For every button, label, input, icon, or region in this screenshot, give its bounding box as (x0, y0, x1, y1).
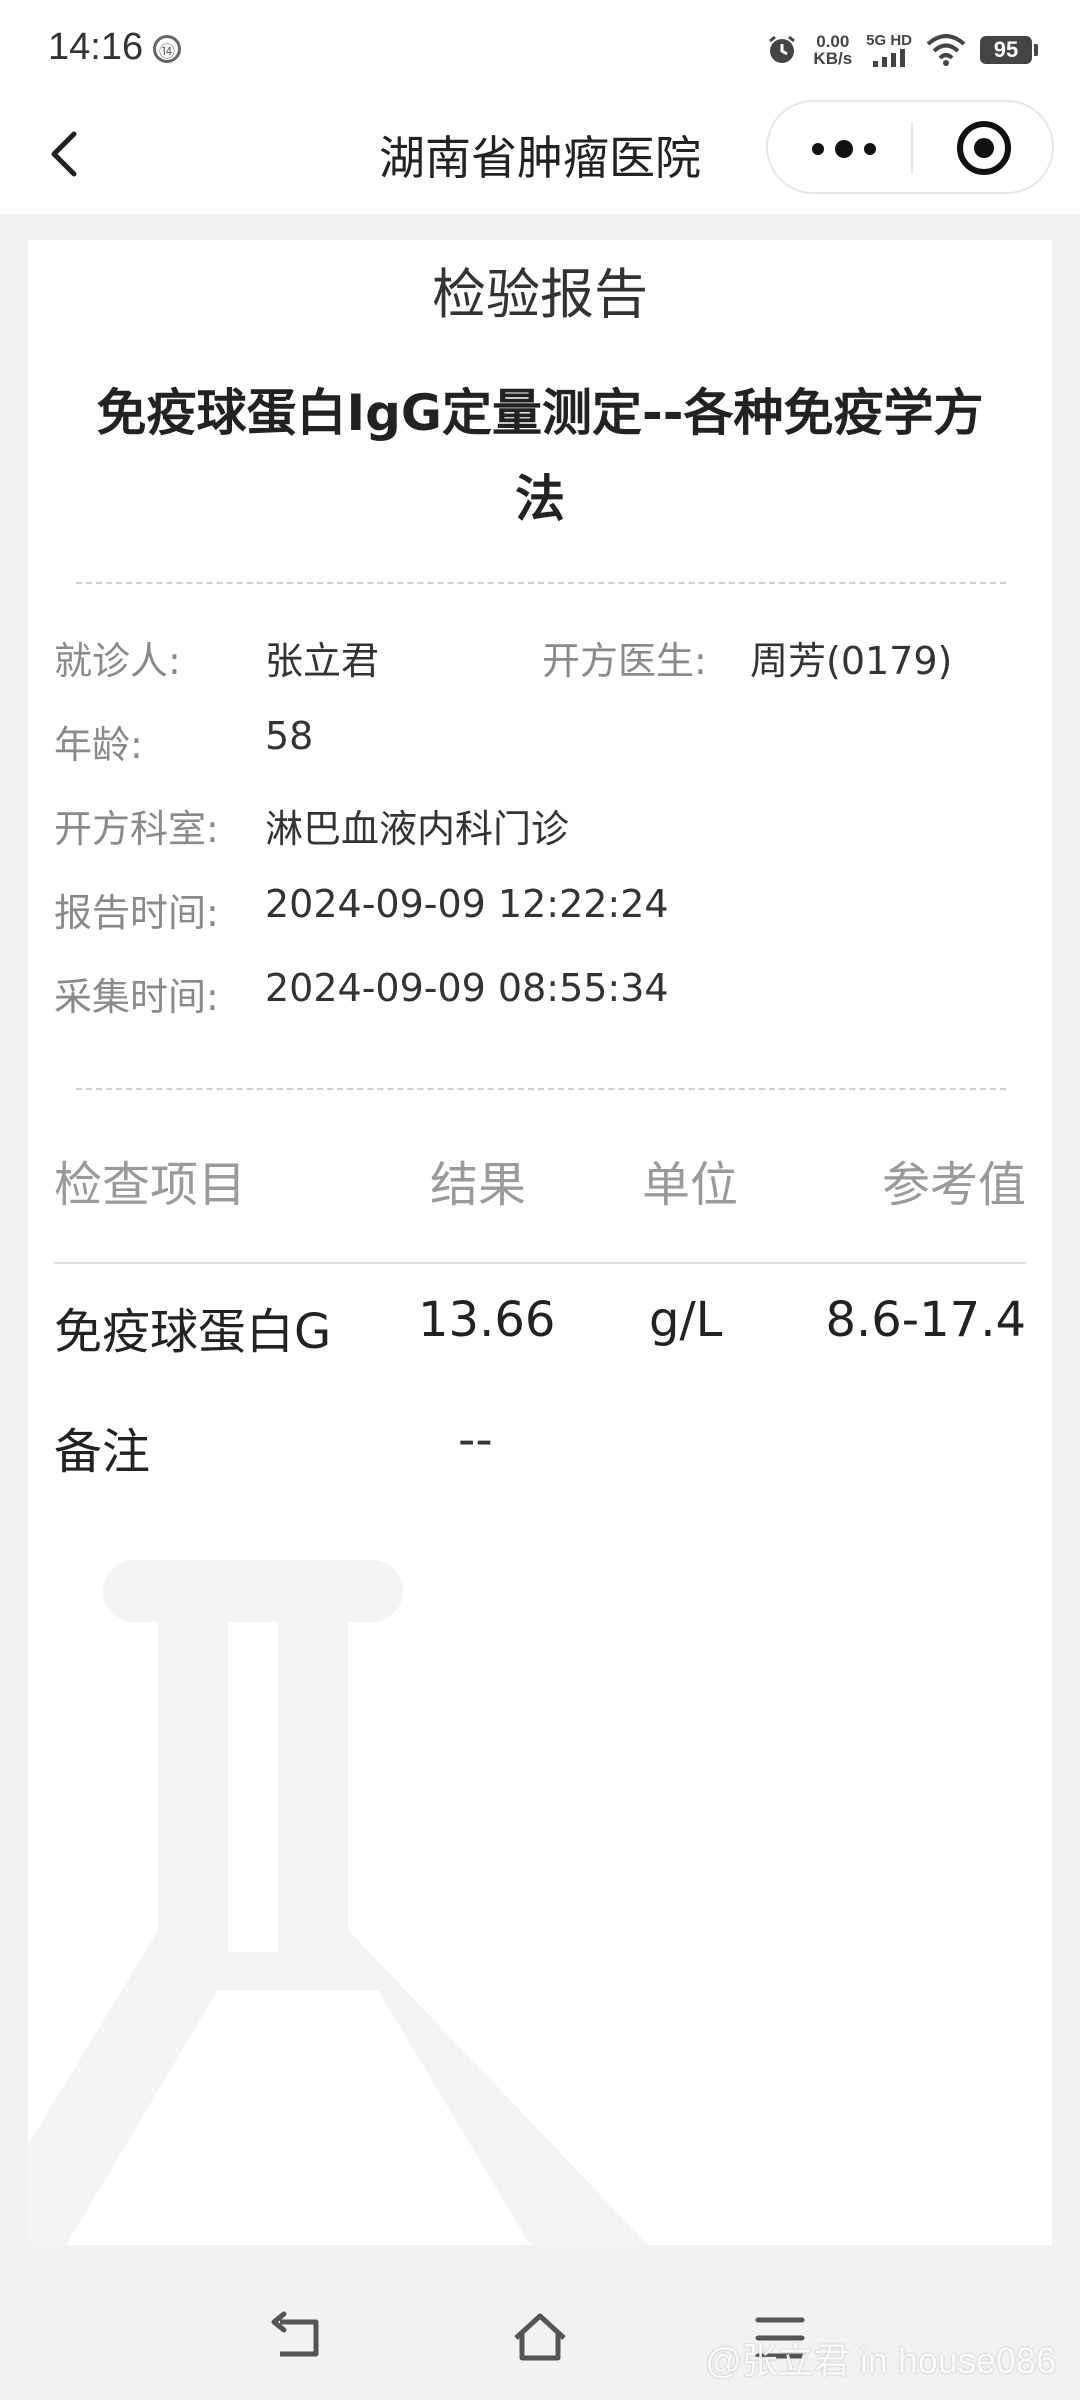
table-header-divider (54, 1262, 1026, 1264)
age-value: 58 (265, 714, 314, 758)
department-value: 淋巴血液内科门诊 (265, 807, 570, 851)
result-unit: g/L (649, 1292, 723, 1348)
system-navigation-bar: @张立君 in house086 (0, 2272, 1080, 2400)
age-label: 年龄: (54, 723, 143, 767)
signal-label: 5G HD (866, 31, 912, 49)
status-indicators: 0.00 KB/s 5G HD 95 (765, 28, 1038, 72)
wifi-icon (926, 34, 966, 66)
header-result: 结果 (430, 1157, 527, 1213)
network-speed: 0.00 KB/s (813, 33, 852, 67)
battery-indicator: 95 (980, 36, 1038, 64)
patient-name-label: 就诊人: (54, 639, 181, 683)
home-icon[interactable] (510, 2308, 570, 2368)
user-watermark: @张立君 in house086 (705, 2340, 1056, 2381)
divider (76, 582, 1006, 584)
department-label: 开方科室: (54, 807, 219, 851)
network-speed-unit: KB/s (813, 49, 853, 68)
back-arrow-icon[interactable] (270, 2308, 330, 2368)
more-dots-icon[interactable] (804, 124, 884, 174)
result-item: 免疫球蛋白G (54, 1304, 332, 1360)
status-bar: 14:16 ⑭ 0.00 KB/s 5G HD 95 (0, 0, 1080, 100)
mini-program-capsule (766, 100, 1054, 194)
navigation-bar: 湖南省肿瘤医院 (0, 100, 1080, 214)
notification-badge-icon: ⑭ (153, 35, 181, 63)
patient-name: 张立君 (265, 639, 380, 683)
result-value: 13.66 (418, 1292, 556, 1348)
signal-group: 5G HD (866, 33, 912, 68)
collect-time-value: 2024-09-09 08:55:34 (265, 966, 669, 1010)
capsule-divider (911, 122, 913, 174)
header-unit: 单位 (642, 1157, 739, 1213)
remark-label: 备注 (54, 1424, 151, 1480)
remark-value: -- (458, 1412, 493, 1468)
result-reference: 8.6-17.4 (825, 1292, 1026, 1348)
signal-icon (873, 48, 906, 67)
header-reference: 参考值 (881, 1157, 1026, 1213)
header-item: 检查项目 (54, 1157, 247, 1213)
doctor-label: 开方医生: (542, 639, 707, 683)
collect-time-label: 采集时间: (54, 975, 219, 1019)
report-card: 检验报告 免疫球蛋白IgG定量测定--各种免疫学方法 就诊人: 张立君 开方医生… (28, 240, 1052, 2245)
test-name: 免疫球蛋白IgG定量测定--各种免疫学方法 (96, 384, 984, 528)
status-time: 14:16 (48, 26, 144, 68)
report-heading: 检验报告 (432, 263, 648, 326)
target-circle-icon[interactable] (954, 118, 1014, 178)
report-time-value: 2024-09-09 12:22:24 (265, 882, 669, 926)
report-time-label: 报告时间: (54, 891, 219, 935)
network-speed-value: 0.00 (816, 32, 850, 51)
alarm-icon (769, 35, 796, 63)
doctor-name: 周芳(0179) (750, 639, 953, 683)
divider (76, 1088, 1006, 1090)
